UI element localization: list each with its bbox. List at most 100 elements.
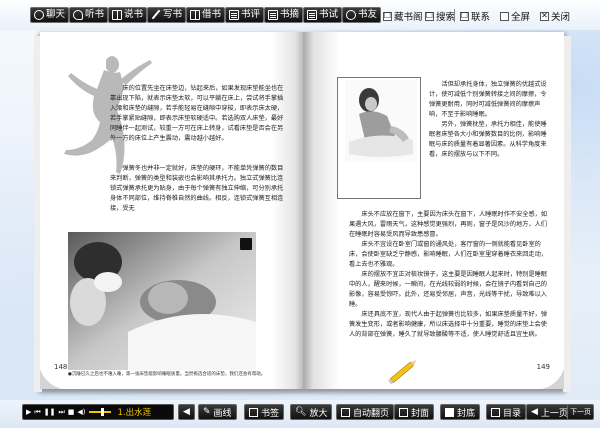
- back-cover-button[interactable]: 封底: [440, 404, 481, 420]
- contents-button[interactable]: 目录: [486, 404, 527, 420]
- page-number-left: 148: [54, 363, 68, 371]
- bookmark-button[interactable]: 书签: [244, 404, 285, 420]
- auto-flip-button[interactable]: 自动翻页: [336, 404, 395, 420]
- bookmark-label: 书签: [261, 408, 280, 419]
- volume-icon[interactable]: ◀): [77, 408, 85, 416]
- book-icon: [112, 10, 122, 20]
- pen-icon: [151, 10, 161, 20]
- test-label: 书试: [319, 9, 339, 20]
- friend-button[interactable]: 书友: [342, 7, 382, 23]
- left-paragraph: 弹簧冬也并非一定就好，床垫的硬环，不能单凭弹簧的数目来判断，弹簧的类型和装嵌也会…: [110, 165, 284, 212]
- fullscreen-icon: [500, 11, 509, 21]
- tell-button[interactable]: 说书: [108, 7, 148, 23]
- arrow-left-icon: ◀: [531, 407, 538, 417]
- listen-button[interactable]: 听书: [69, 7, 109, 23]
- test-button[interactable]: 书试: [303, 7, 343, 23]
- hide-bookmark-toggle[interactable]: ☐ 藏书阁: [383, 9, 423, 23]
- pencil-small-icon: ✎: [203, 407, 211, 417]
- chevron-left-icon: ◀: [183, 407, 190, 417]
- front-cover-icon: [399, 407, 408, 417]
- photo-caption: ●沉睡已久之后也不难入睡，第一张床垫能影响睡眠质量。当然挑选合适的床垫，我们还会…: [68, 372, 266, 377]
- hide-bookmark-label: 藏书阁: [394, 12, 423, 23]
- next-page-label: 下一页: [570, 408, 591, 416]
- excerpt-icon: [268, 10, 278, 20]
- right-paragraph: 活但却承托身体，独立弹簧的优越式设计，使可减低个别弹簧转接之间的摩擦，令弹簧更耐…: [429, 81, 547, 118]
- stop-icon[interactable]: ■: [68, 408, 75, 416]
- draw-line-button[interactable]: ✎ 画线: [198, 404, 237, 420]
- volume-slider[interactable]: [88, 408, 111, 416]
- right-paragraph: 床的摆放不宜正对梳妆镜子，这主要是因睡眠人起来时，特别是睡眠中的人，醒来时候，一…: [349, 271, 548, 308]
- woman-with-pillow-photo: [345, 80, 417, 162]
- music-player: ▶ ⏮ ❚❚ ⏭ ■ ◀) 1.出水莲: [22, 404, 174, 420]
- fullscreen-toggle[interactable]: 全屏: [500, 9, 530, 23]
- back-cover-icon: [445, 407, 454, 417]
- close-label: 关闭: [551, 12, 571, 23]
- next-page-button[interactable]: 下一页: [567, 404, 594, 420]
- left-text-mid: 弹簧冬也并非一定就好，床垫的硬环，不能单凭弹簧的数目来判断，弹簧的类型和装嵌也会…: [110, 164, 288, 214]
- pencil-icon[interactable]: [383, 357, 423, 387]
- magnifier-icon: 🔍︎: [295, 407, 307, 417]
- contact-label: 联系: [471, 12, 491, 23]
- review-button[interactable]: 书评: [225, 7, 265, 23]
- draw-line-label: 画线: [213, 408, 232, 419]
- right-text-top: 活但却承托身体，独立弹簧的优越式设计，使可减低个别弹簧转接之间的摩擦，令弹簧更耐…: [429, 80, 549, 160]
- left-page[interactable]: 床的位置先坐在床垫边，钻起来后，如果发现床垫能坐也在靠出现下陷，就表示床垫太软，…: [40, 32, 303, 389]
- chat-button[interactable]: 聊天: [30, 7, 70, 23]
- hide-bookmark-icon: ☐: [383, 11, 392, 21]
- track-title: 1.出水莲: [117, 408, 152, 418]
- right-paragraph: 另外，弹簧枕垫，承托力相佳，能使睡眠者床垫各大小和弹簧数目的比例，影响睡眠与床的…: [429, 121, 547, 158]
- ear-icon: [73, 10, 83, 20]
- write-label: 写书: [163, 9, 183, 20]
- corner-curl-left[interactable]: [40, 369, 62, 389]
- prev-page-button[interactable]: ◀ 上一页: [526, 404, 573, 420]
- prev-track-icon[interactable]: ⏮: [34, 408, 40, 416]
- right-text-bottom: 床头不应放在窗下，主要因为床头在窗下，人睡眠时作不安全感，如果遇大风，雷雨天气，…: [349, 210, 549, 340]
- chat-label: 聊天: [46, 9, 66, 20]
- borrow-book-icon: [190, 10, 200, 20]
- friend-icon: [346, 10, 356, 20]
- excerpt-button[interactable]: 书摘: [264, 7, 304, 23]
- search-icon: ☐: [425, 11, 434, 21]
- left-paragraph: 床的位置先坐在床垫边，钻起来后，如果发现床垫能坐也在靠出现下陷，就表示床垫太软，…: [110, 85, 284, 142]
- next-track-icon[interactable]: ⏭: [58, 408, 64, 416]
- pause-icon[interactable]: ❚❚: [44, 408, 56, 416]
- volume-knob[interactable]: [100, 408, 104, 416]
- close-icon: ✕: [540, 11, 549, 21]
- sleeping-woman-photo: [68, 232, 256, 370]
- search-toggle[interactable]: ☐ 搜索: [425, 9, 455, 23]
- auto-flip-label: 自动翻页: [353, 408, 390, 419]
- review-label: 书评: [241, 9, 261, 20]
- checkbox-icon: [341, 407, 350, 417]
- top-toolbar: 聊天 听书 说书 写书 借书 书评 书摘 书试 书友 ☐ 藏书阁 ☐ 搜索 ☐ …: [0, 0, 600, 30]
- corner-curl-right[interactable]: [542, 369, 564, 389]
- borrow-label: 借书: [202, 9, 222, 20]
- zoom-label: 放大: [309, 408, 328, 419]
- friend-label: 书友: [358, 9, 378, 20]
- fullscreen-label: 全屏: [511, 12, 531, 23]
- excerpt-label: 书摘: [280, 9, 300, 20]
- close-toggle[interactable]: ✕ 关闭: [540, 9, 570, 23]
- test-icon: [307, 10, 317, 20]
- page-stack-right: [563, 36, 571, 392]
- tell-label: 说书: [124, 9, 144, 20]
- zoom-button[interactable]: 🔍︎ 放大: [290, 404, 333, 420]
- contact-toggle[interactable]: ☐ 联系: [460, 9, 490, 23]
- right-paragraph: 床还具底不宜，现代人由于起弹簧也比较多，如果床垫质量不好，弹簧发生变形，或者影响…: [349, 311, 548, 338]
- prev-arrow-button[interactable]: ◀: [178, 404, 195, 420]
- write-button[interactable]: 写书: [147, 7, 187, 23]
- contents-label: 目录: [503, 408, 522, 419]
- prev-page-label: 上一页: [540, 408, 568, 419]
- divider: [454, 9, 455, 22]
- contact-icon: ☐: [460, 11, 469, 21]
- page-number-right: 149: [536, 363, 550, 371]
- bookmark-icon: [249, 407, 258, 417]
- borrow-button[interactable]: 借书: [186, 7, 226, 23]
- front-cover-button[interactable]: 封面: [394, 404, 435, 420]
- right-paragraph: 床头不宜设在卧室门或窗的通风处，客厅窗的一侧就能看见卧室的床，会使卧室缺乏宁静感…: [349, 241, 547, 268]
- left-text-top: 床的位置先坐在床垫边，钻起来后，如果发现床垫能坐也在靠出现下陷，就表示床垫太软，…: [110, 84, 288, 144]
- right-paragraph: 床头不应放在窗下，主要因为床头在窗下，人睡眠时作不安全感，如果遇大风，雷雨天气，…: [349, 211, 548, 238]
- play-icon[interactable]: ▶: [26, 408, 31, 416]
- listen-label: 听书: [85, 9, 105, 20]
- front-cover-label: 封面: [411, 408, 430, 419]
- right-page[interactable]: 活但却承托身体，独立弹簧的优越式设计，使可减低个别弹簧转接之间的摩擦，令弹簧更耐…: [303, 32, 564, 389]
